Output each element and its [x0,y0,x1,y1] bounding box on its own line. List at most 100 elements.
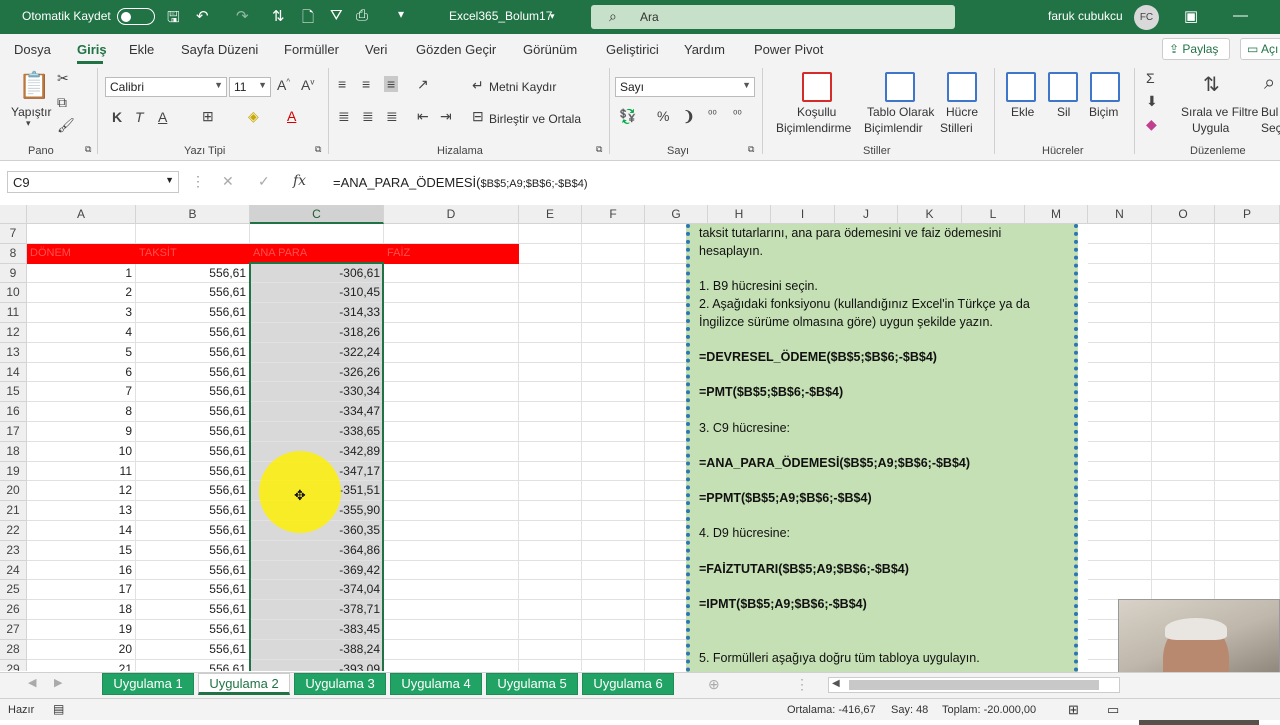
row-header[interactable]: 20 [0,481,27,502]
table-cell[interactable] [1088,580,1152,601]
table-cell[interactable] [519,540,582,561]
scrollbar-thumb[interactable] [849,680,1099,690]
table-cell[interactable] [384,620,519,640]
table-cell[interactable] [582,501,645,521]
table-cell[interactable] [519,263,582,284]
table-cell[interactable]: -369,42 [250,560,384,581]
tab-yardim[interactable]: Yardım [684,42,725,57]
table-cell[interactable]: 8 [27,402,136,422]
table-cell[interactable] [1215,422,1280,442]
table-cell[interactable] [384,342,519,363]
row-header[interactable]: 27 [0,620,27,640]
table-cell[interactable] [384,382,519,403]
table-header-cell[interactable]: DÖNEM [27,243,136,264]
column-header-f[interactable]: F [582,205,645,224]
cell-styles-label-1[interactable]: Hücre [946,105,978,119]
table-cell[interactable]: -330,34 [250,382,384,403]
table-format-label-2[interactable]: Biçimlendir [864,121,923,135]
tab-dosya[interactable]: Dosya [14,42,51,57]
bold-icon[interactable]: K [112,109,122,125]
table-cell[interactable] [1215,521,1280,541]
table-cell[interactable] [519,580,582,601]
table-cell[interactable] [1088,481,1152,502]
table-cell[interactable]: 556,61 [136,283,250,304]
increase-font-icon[interactable]: A^ [277,77,290,93]
sort-filter-label-2[interactable]: Uygula [1192,121,1229,135]
autosum-icon[interactable]: Σ [1146,70,1155,86]
tab-giris[interactable]: Giriş [77,42,107,57]
align-right-icon[interactable]: ≣ [386,108,398,125]
decrease-decimal-icon[interactable]: ⁰⁰ [733,108,742,121]
clipboard-launcher-icon[interactable]: ⧉ [85,144,91,155]
table-cell[interactable] [582,560,645,581]
column-header-e[interactable]: E [519,205,582,224]
find-select-icon[interactable]: ⌕ [1264,72,1275,95]
table-cell[interactable] [519,521,582,541]
row-header[interactable]: 7 [0,224,27,244]
table-cell[interactable] [582,303,645,323]
table-cell[interactable] [384,540,519,561]
table-cell[interactable] [519,461,582,482]
sort-icon[interactable]: ⇅ [272,7,285,25]
table-cell[interactable] [1152,362,1215,383]
table-cell[interactable]: 556,61 [136,382,250,403]
table-cell[interactable] [1215,323,1280,343]
table-cell[interactable] [384,659,519,671]
number-format-select[interactable]: Sayı ▼ [615,77,755,97]
table-cell[interactable] [384,263,519,284]
font-launcher-icon[interactable]: ⧉ [315,144,321,155]
table-cell[interactable] [1088,540,1152,561]
table-cell[interactable]: 10 [27,441,136,462]
cond-format-label-2[interactable]: Biçimlendirme [776,121,851,135]
sheet-tab-uygulama-3[interactable]: Uygulama 3 [294,673,386,695]
tab-formuller[interactable]: Formüller [284,42,339,57]
table-cell[interactable] [1215,540,1280,561]
table-header-cell[interactable]: FAİZ [384,243,519,264]
table-cell[interactable] [519,402,582,422]
table-cell[interactable]: 5 [27,342,136,363]
table-header-cell[interactable]: ANA PARA [250,243,384,264]
paste-label[interactable]: Yapıştır [11,105,51,119]
row-header[interactable]: 12 [0,323,27,343]
table-cell[interactable] [1152,243,1215,264]
sheet-tab-uygulama-2[interactable]: Uygulama 2 [198,673,290,695]
table-cell[interactable] [384,441,519,462]
table-cell[interactable]: 556,61 [136,461,250,482]
table-cell[interactable] [384,580,519,601]
table-cell[interactable] [1215,382,1280,403]
font-color-icon[interactable]: A [287,108,296,124]
table-cell[interactable] [1088,283,1152,304]
align-left-icon[interactable]: ≣ [338,108,350,125]
decrease-indent-icon[interactable]: ⇤ [417,108,429,125]
table-cell[interactable] [1152,580,1215,601]
new-file-icon[interactable]: 🗋 [302,7,314,32]
cell-styles-label-2[interactable]: Stilleri [940,121,973,135]
table-cell[interactable]: 556,61 [136,540,250,561]
table-cell[interactable]: -364,86 [250,540,384,561]
column-header-c[interactable]: C [250,205,384,224]
table-cell[interactable]: 556,61 [136,441,250,462]
scroll-right-icon[interactable]: ▶ [54,676,62,689]
format-cells-icon[interactable] [1090,72,1120,102]
table-cell[interactable] [519,382,582,403]
table-cell[interactable] [1215,342,1280,363]
table-cell[interactable] [519,659,582,671]
redo-icon[interactable]: ↷ [236,7,249,25]
table-cell[interactable]: 14 [27,521,136,541]
add-sheet-icon[interactable]: ⊕ [708,676,720,693]
table-cell[interactable] [582,342,645,363]
table-cell[interactable]: -318,26 [250,323,384,343]
table-cell[interactable] [384,639,519,660]
table-cell[interactable]: 556,61 [136,402,250,422]
merge-icon[interactable]: ⊟ [472,108,484,125]
table-cell[interactable] [1088,303,1152,323]
copy-icon[interactable]: ⧉ [57,94,67,111]
table-cell[interactable] [519,243,582,264]
column-header-i[interactable]: I [771,205,835,224]
column-header-j[interactable]: J [835,205,898,224]
table-cell[interactable] [1088,441,1152,462]
table-cell[interactable] [384,323,519,343]
table-cell[interactable]: -334,47 [250,402,384,422]
table-cell[interactable] [1215,501,1280,521]
table-cell[interactable] [1088,362,1152,383]
